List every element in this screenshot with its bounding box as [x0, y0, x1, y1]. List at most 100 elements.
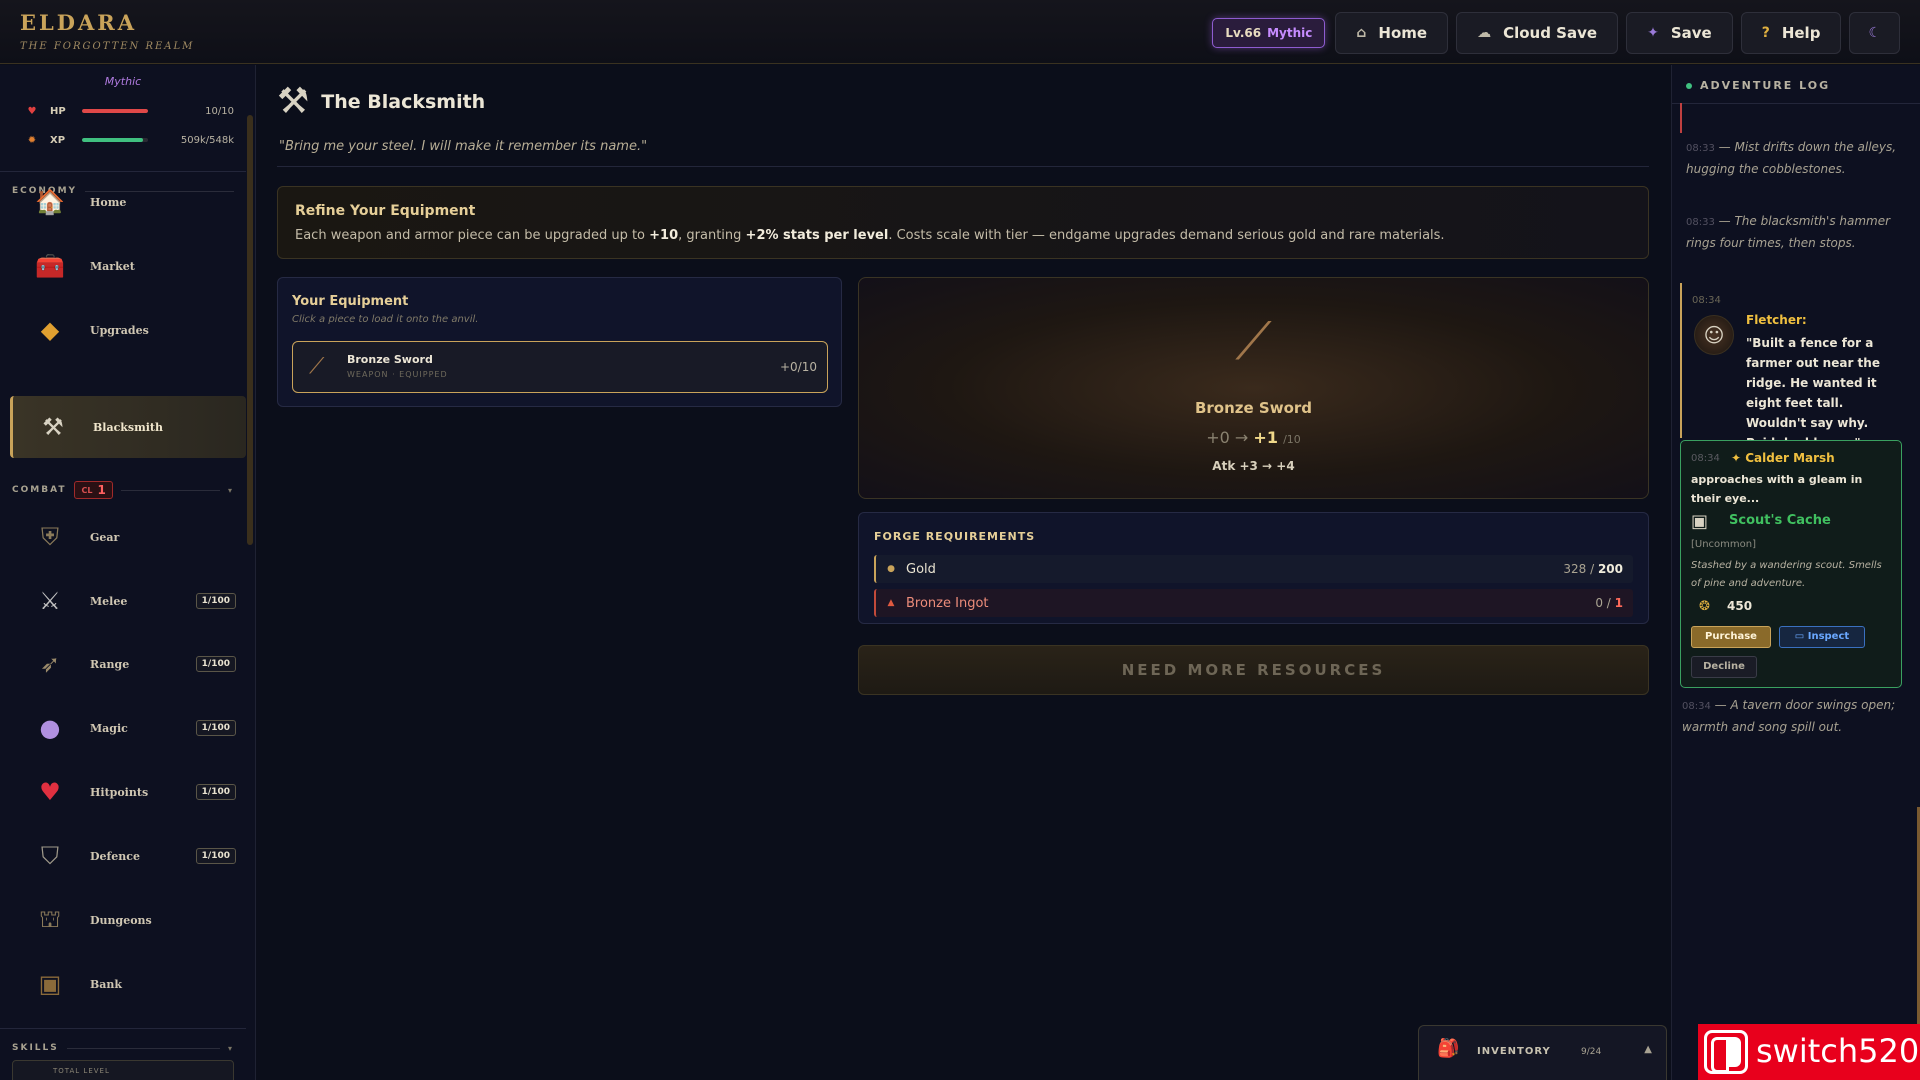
log-text: Mist drifts down the alleys, hugging the… [1686, 140, 1897, 176]
home-button[interactable]: ⌂ Home [1335, 12, 1449, 54]
crystal-icon: ◆ [40, 316, 60, 344]
fletcher-avatar: ☺ [1694, 315, 1734, 355]
decline-button[interactable]: Decline [1691, 656, 1757, 678]
divider [277, 166, 1649, 167]
help-icon: ? [1761, 25, 1770, 41]
log-text: A tavern door swings open; warmth and so… [1682, 698, 1896, 734]
merchant-name: ✦ Calder Marsh [1731, 451, 1835, 465]
xp-row: ✹ XP 509k/548k [24, 132, 234, 148]
level-badge: Lv.66 Mythic [1212, 18, 1326, 48]
main-content: ⚒ The Blacksmith "Bring me your steel. I… [257, 65, 1671, 1080]
help-label: Help [1781, 24, 1821, 42]
sidebar-item-blacksmith[interactable]: ⚒ Blacksmith [10, 396, 246, 458]
house-icon: 🏠 [35, 188, 65, 216]
heart-icon: ♥ [39, 778, 61, 806]
hp-bar-fill [82, 109, 148, 113]
bank-chest-icon: ▣ [38, 970, 62, 998]
log-header: ADVENTURE LOG [1686, 79, 1830, 92]
refine-info-panel: Refine Your Equipment Each weapon and ar… [277, 186, 1649, 259]
cloud-save-button[interactable]: ☁ Cloud Save [1456, 12, 1619, 54]
level-max: /10 [1283, 433, 1301, 446]
skills-label: SKILLS [12, 1043, 59, 1053]
save-button[interactable]: ✦ Save [1626, 12, 1733, 54]
purchase-button[interactable]: Purchase [1691, 626, 1771, 648]
equipment-item-bronze-sword[interactable]: ⟋ Bronze Sword WEAPON · EQUIPPED +0/10 [292, 341, 828, 393]
sidebar-item-defence[interactable]: ⛉ Defence 1/100 [10, 825, 246, 887]
forge-button[interactable]: NEED MORE RESOURCES [858, 645, 1649, 695]
home-button-label: Home [1378, 24, 1428, 42]
log-time: 08:34 [1691, 453, 1720, 464]
help-button[interactable]: ? Help [1740, 12, 1842, 54]
anvil-level: +0 → +1 /10 [859, 428, 1648, 447]
page-quote: "Bring me your steel. I will make it rem… [279, 139, 648, 154]
chevron-up-icon: ▲ [1644, 1044, 1652, 1055]
anvil-icon: ⚒ [277, 81, 310, 122]
sidebar-item-bank[interactable]: ▣ Bank [10, 953, 246, 1015]
sidebar-item-home[interactable]: 🏠 Home [10, 171, 246, 233]
sidebar-item-market[interactable]: 🧰 Market [10, 235, 246, 297]
log-entry: 08:34 — A tavern door swings open; warmt… [1682, 698, 1896, 734]
log-time: 08:33 [1686, 143, 1715, 154]
level-to: +1 [1253, 428, 1278, 447]
sidebar-item-label: Melee [90, 594, 128, 608]
sidebar-item-label: Home [90, 195, 127, 209]
cloud-icon: ☁ [1477, 25, 1492, 41]
sidebar-item-hitpoints[interactable]: ♥ Hitpoints 1/100 [10, 761, 246, 823]
settings-button[interactable]: ☾ [1849, 12, 1900, 54]
skill-level-badge: 1/100 [195, 593, 236, 609]
brand-title: ELDARA [20, 10, 138, 35]
save-icon: ✦ [1647, 25, 1659, 41]
equipment-level: +0/10 [779, 360, 817, 374]
collapse-caret-icon[interactable]: ▾ [228, 1044, 234, 1053]
sidebar-scrollbar[interactable] [247, 115, 253, 545]
sidebar-item-dungeons[interactable]: ⛫ Dungeons [10, 889, 246, 951]
sidebar-item-label: Dungeons [90, 913, 152, 927]
anvil-item-name: Bronze Sword [1194, 399, 1313, 417]
anvil-icon: ⚒ [42, 413, 64, 441]
offer-description: Stashed by a wandering scout. Smells of … [1691, 560, 1882, 589]
tier-label: Mythic [1267, 26, 1313, 40]
refine-text-part: , granting [678, 228, 746, 243]
inventory-tab[interactable]: 🎒 INVENTORY 9/24 ▲ [1418, 1025, 1667, 1080]
requirement-have: 328 / [1563, 562, 1598, 576]
skill-level-badge: 1/100 [195, 848, 236, 864]
requirement-name: Gold [906, 561, 936, 577]
skill-level-badge: 1/100 [195, 720, 236, 736]
log-time: 08:33 [1686, 217, 1715, 228]
sidebar-item-range[interactable]: ➶ Range 1/100 [10, 633, 246, 695]
divider [66, 1047, 220, 1049]
hp-label: HP [50, 105, 66, 117]
sidebar-item-upgrades[interactable]: ◆ Upgrades [10, 299, 246, 361]
adventure-log: ADVENTURE LOG 08:33 — Mist drifts down t… [1671, 65, 1920, 1080]
refine-text-part: Each weapon and armor piece can be upgra… [295, 228, 650, 243]
sidebar-item-gear[interactable]: ⛨ Gear [10, 506, 246, 568]
level-from: +0 [1206, 428, 1230, 447]
xp-value: 509k/548k [180, 134, 234, 146]
skill-level-badge: 1/100 [195, 656, 236, 672]
level-value: Lv.66 [1225, 26, 1262, 40]
divider [120, 489, 220, 491]
merchant-offer: 08:34 ✦ Calder Marsh approaches with a g… [1680, 440, 1902, 688]
switch-logo-icon [1704, 1030, 1748, 1074]
xp-bar-fill [82, 138, 144, 142]
log-time: 08:34 [1682, 701, 1711, 712]
requirement-need: 200 [1597, 562, 1623, 576]
header-actions: Lv.66 Mythic ⌂ Home ☁ Cloud Save ✦ Save … [1212, 12, 1900, 54]
requirement-value: 328 / 200 [1563, 562, 1623, 576]
crossed-swords-icon: ⚔ [39, 587, 61, 615]
combat-level-badge: CL 1 [74, 481, 113, 499]
inspect-button[interactable]: ▭ Inspect [1779, 626, 1865, 648]
speaker-name: Fletcher: [1746, 313, 1807, 327]
sidebar-item-melee[interactable]: ⚔ Melee 1/100 [10, 570, 246, 632]
requirement-need: 1 [1614, 596, 1623, 610]
merchant-text: approaches with a gleam in their eye... [1691, 473, 1863, 505]
collapse-caret-icon[interactable]: ▾ [228, 486, 234, 495]
combat-header: COMBAT CL 1 ▾ [12, 481, 234, 499]
log-entry: 08:33 — Mist drifts down the alleys, hug… [1686, 140, 1897, 176]
refine-text: Each weapon and armor piece can be upgra… [295, 228, 1445, 243]
sidebar-item-label: Hitpoints [90, 785, 149, 799]
sidebar-item-label: Upgrades [90, 323, 149, 337]
top-bar: ELDARA THE FORGOTTEN REALM Lv.66 Mythic … [0, 0, 1920, 64]
sidebar-item-magic[interactable]: ● Magic 1/100 [10, 697, 246, 759]
gold-icon: ● [887, 564, 895, 574]
